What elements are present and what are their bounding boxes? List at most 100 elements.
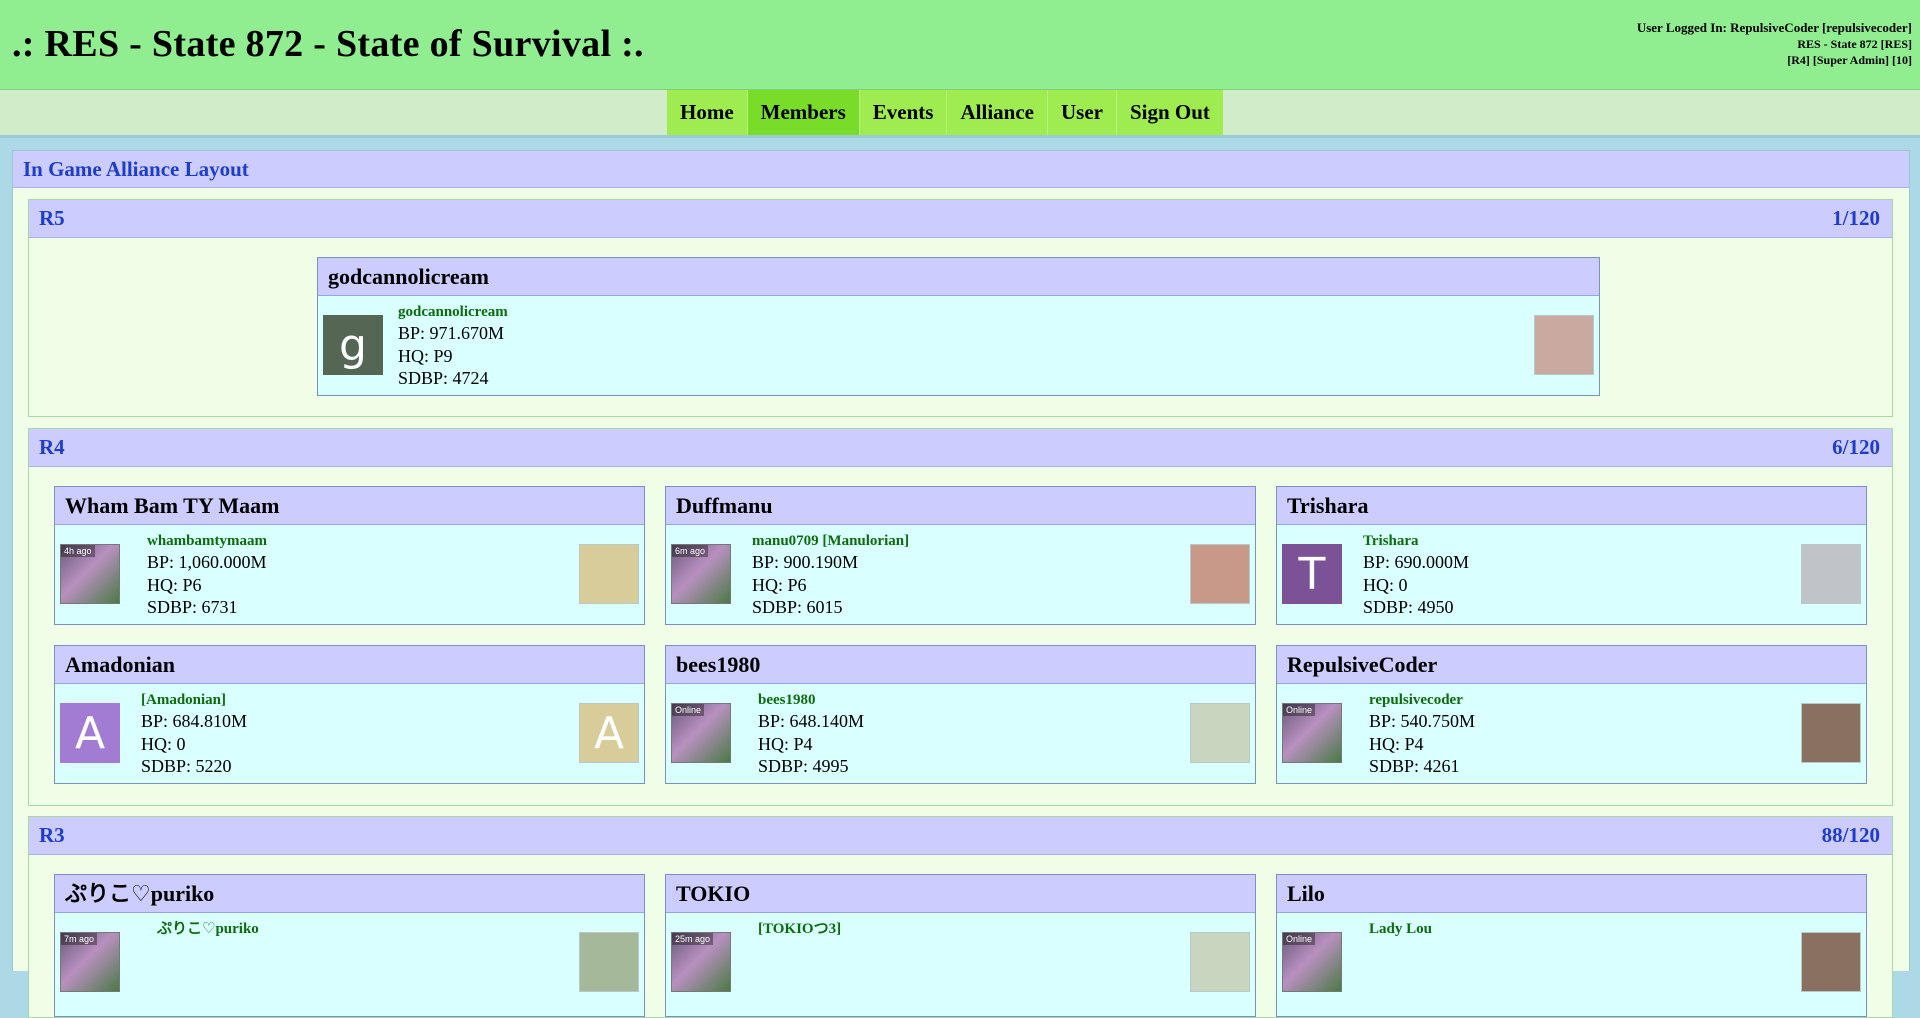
- login-role: [R4] [Super Admin] [10]: [1787, 53, 1912, 67]
- member-card-title: ぷりこ♡puriko: [55, 875, 644, 913]
- member-letter-avatar: A: [60, 703, 120, 763]
- member-card[interactable]: Amadonian A [Amadonian] BP: 684.810M HQ: 0 SD…: [54, 645, 645, 784]
- member-name[interactable]: manu0709 [Manulorian]: [752, 532, 909, 550]
- member-details: manu0709 [Manulorian] BP: 900.190M HQ: P6 S…: [752, 532, 909, 619]
- login-info: User Logged In: RepulsiveCoder [repulsiv…: [1637, 19, 1912, 68]
- member-sdbp: SDBP: 4724: [398, 368, 489, 388]
- member-card[interactable]: Duffmanu 6m ago manu0709 [Manulorian] BP: 9…: [665, 486, 1256, 625]
- member-bp: BP: 900.190M: [752, 552, 859, 572]
- member-card-body: T Trishara BP: 690.000M HQ: 0 SDBP: 4950: [1277, 525, 1866, 617]
- rank-header: R5 1/120: [29, 200, 1892, 238]
- member-name[interactable]: Trishara: [1363, 532, 1469, 550]
- main-nav: Home Members Events Alliance User Sign O…: [667, 90, 1223, 135]
- rank-section-r5: R5 1/120 godcannolicream g godcannolicream BP…: [28, 199, 1893, 417]
- nav-sign-out[interactable]: Sign Out: [1116, 90, 1223, 135]
- member-card[interactable]: Lilo Online Lady Lou: [1276, 874, 1867, 1017]
- activity-tag: 4h ago: [61, 545, 95, 557]
- member-card[interactable]: ぷりこ♡puriko 7m ago ぷりこ♡puriko: [54, 874, 645, 1017]
- member-letter-avatar: T: [1282, 544, 1342, 604]
- activity-tag: 25m ago: [672, 933, 714, 945]
- activity-tag: Online: [1283, 704, 1316, 716]
- member-photo: [579, 932, 639, 992]
- member-photo: [1801, 703, 1861, 763]
- member-name[interactable]: Lady Lou: [1369, 920, 1432, 938]
- member-name[interactable]: bees1980: [758, 691, 864, 709]
- member-photo: [1801, 544, 1861, 604]
- nav-home[interactable]: Home: [667, 90, 748, 135]
- member-card-body: Online Lady Lou: [1277, 913, 1866, 995]
- member-sdbp: SDBP: 4950: [1363, 597, 1454, 617]
- member-details: ぷりこ♡puriko: [157, 920, 259, 939]
- nav-user[interactable]: User: [1047, 90, 1117, 135]
- member-bp: BP: 971.670M: [398, 323, 505, 343]
- member-card[interactable]: bees1980 Online bees1980 BP: 648.140M HQ: P4…: [665, 645, 1256, 784]
- member-game-avatar: 6m ago: [671, 544, 731, 604]
- member-hq: HQ: P9: [398, 345, 453, 366]
- member-card-title: Duffmanu: [666, 487, 1255, 525]
- member-photo: [1534, 315, 1594, 375]
- member-sdbp: SDBP: 6015: [752, 597, 843, 617]
- member-game-avatar: Online: [1282, 703, 1342, 763]
- rank-count: 6/120: [1832, 435, 1880, 459]
- member-card[interactable]: Trishara T Trishara BP: 690.000M HQ: 0 SDBP: …: [1276, 486, 1867, 625]
- member-details: bees1980 BP: 648.140M HQ: P4 SDBP: 4995: [758, 691, 864, 778]
- site-title: .: RES - State 872 - State of Survival :…: [12, 23, 644, 65]
- member-game-avatar: 7m ago: [60, 932, 120, 992]
- nav-alliance[interactable]: Alliance: [947, 90, 1048, 135]
- member-details: Lady Lou: [1369, 920, 1432, 939]
- member-details: godcannolicream BP: 971.670M HQ: P9 SDBP: 4…: [398, 303, 508, 390]
- login-user: User Logged In: RepulsiveCoder [repulsiv…: [1636, 20, 1912, 35]
- rank-count: 1/120: [1832, 206, 1880, 230]
- member-name[interactable]: godcannolicream: [398, 303, 508, 321]
- member-hq: HQ: P4: [758, 733, 813, 754]
- member-photo: [1190, 703, 1250, 763]
- rank-count: 88/120: [1821, 823, 1880, 847]
- member-card[interactable]: godcannolicream g godcannolicream BP: 971.6…: [317, 257, 1600, 396]
- member-card-body: 25m ago [TOKIOつ3]: [666, 913, 1255, 995]
- rank-section-r3: R3 88/120 ぷりこ♡puriko 7m ago ぷりこ♡puriko TOKIO 2…: [28, 816, 1893, 1018]
- member-name[interactable]: ぷりこ♡puriko: [157, 920, 259, 938]
- rank-label: R3: [39, 823, 65, 847]
- member-card[interactable]: RepulsiveCoder Online repulsivecoder BP: 54…: [1276, 645, 1867, 784]
- member-hq: HQ: P6: [752, 574, 807, 595]
- member-bp: BP: 684.810M: [141, 711, 248, 731]
- member-name[interactable]: [Amadonian]: [141, 691, 247, 709]
- member-game-avatar: 25m ago: [671, 932, 731, 992]
- member-name[interactable]: [TOKIOつ3]: [758, 920, 841, 938]
- member-sdbp: SDBP: 4261: [1369, 756, 1460, 776]
- member-card-body: 7m ago ぷりこ♡puriko: [55, 913, 644, 995]
- member-details: [Amadonian] BP: 684.810M HQ: 0 SDBP: 5220: [141, 691, 247, 778]
- member-game-avatar: Online: [671, 703, 731, 763]
- panel-title: In Game Alliance Layout: [13, 151, 1909, 188]
- member-hq: HQ: P6: [147, 574, 202, 595]
- nav-events[interactable]: Events: [859, 90, 948, 135]
- member-sdbp: SDBP: 5220: [141, 756, 232, 776]
- member-sdbp: SDBP: 4995: [758, 756, 849, 776]
- alliance-layout-panel: In Game Alliance Layout R5 1/120 godcannol…: [12, 150, 1910, 1018]
- member-game-avatar: Online: [1282, 932, 1342, 992]
- member-letter-avatar: g: [323, 315, 383, 375]
- activity-tag: Online: [1283, 933, 1316, 945]
- rank-label: R5: [39, 206, 65, 230]
- member-card[interactable]: Wham Bam TY Maam 4h ago whambamtymaam BP: 1…: [54, 486, 645, 625]
- nav-members[interactable]: Members: [747, 90, 860, 135]
- member-bp: BP: 648.140M: [758, 711, 865, 731]
- activity-tag: 6m ago: [672, 545, 709, 557]
- member-name[interactable]: repulsivecoder: [1369, 691, 1475, 709]
- member-card[interactable]: TOKIO 25m ago [TOKIOつ3]: [665, 874, 1256, 1017]
- rank-header: R4 6/120: [29, 429, 1892, 467]
- member-name[interactable]: whambamtymaam: [147, 532, 267, 550]
- member-hq: HQ: 0: [1363, 574, 1408, 595]
- member-bp: BP: 540.750M: [1369, 711, 1476, 731]
- member-card-body: A [Amadonian] BP: 684.810M HQ: 0 SDBP: 5220 A: [55, 684, 644, 776]
- member-card-title: Amadonian: [55, 646, 644, 684]
- member-sdbp: SDBP: 6731: [147, 597, 238, 617]
- member-photo: [579, 544, 639, 604]
- member-bp: BP: 690.000M: [1363, 552, 1470, 572]
- nav-bar: Home Members Events Alliance User Sign O…: [0, 90, 1920, 138]
- member-card-title: Wham Bam TY Maam: [55, 487, 644, 525]
- rank-label: R4: [39, 435, 65, 459]
- member-details: Trishara BP: 690.000M HQ: 0 SDBP: 4950: [1363, 532, 1469, 619]
- member-details: whambamtymaam BP: 1,060.000M HQ: P6 SDBP: 6…: [147, 532, 267, 619]
- member-photo: [1801, 932, 1861, 992]
